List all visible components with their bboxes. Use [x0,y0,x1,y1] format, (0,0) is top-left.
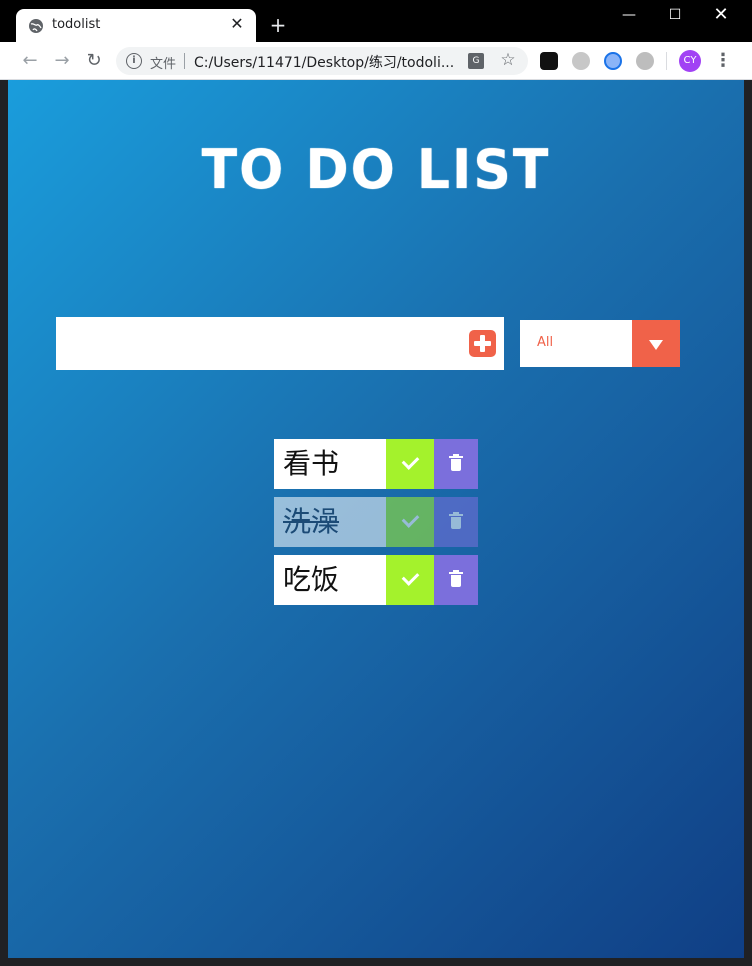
address-bar[interactable]: i 文件 C:/Users/11471/Desktop/练习/todoli...… [116,47,528,75]
info-icon[interactable]: i [126,53,142,69]
dropdown-arrow-icon[interactable] [632,320,680,367]
todo-app-page: TO DO LIST All 看书 洗澡 吃饭 [8,80,744,958]
delete-button[interactable] [434,439,478,489]
todo-text: 洗澡 [274,497,386,547]
maximize-icon[interactable]: ☐ [652,0,698,30]
back-arrow-icon[interactable]: ← [18,49,42,73]
complete-button[interactable] [386,497,434,547]
trash-icon-body [451,517,461,529]
new-tab-icon[interactable]: + [266,14,290,38]
extension-check-icon[interactable] [572,52,590,70]
extension-shield-icon[interactable] [636,52,654,70]
filter-selected-value: All [537,335,554,350]
url-text[interactable]: C:/Users/11471/Desktop/练习/todoli... [194,52,454,72]
reload-icon[interactable]: ↻ [82,49,106,73]
delete-button[interactable] [434,555,478,605]
todo-item: 吃饭 [274,555,478,605]
window-close-icon[interactable]: ✕ [698,0,744,30]
todo-input-container [56,317,504,370]
browser-toolbar: ← → ↻ i 文件 C:/Users/11471/Desktop/练习/tod… [0,42,752,80]
complete-button[interactable] [386,555,434,605]
filter-select[interactable]: All [520,320,680,367]
todo-item-completed: 洗澡 [274,497,478,547]
tab-todolist[interactable]: todolist ✕ [16,9,256,42]
tab-bar: todolist ✕ + — ☐ ✕ [0,0,752,42]
trash-icon-lid [449,514,463,516]
close-tab-icon[interactable]: ✕ [228,15,246,33]
bookmark-star-icon[interactable]: ☆ [498,50,518,70]
complete-button[interactable] [386,439,434,489]
add-todo-button[interactable] [469,330,496,357]
toolbar-divider [666,52,667,70]
minimize-icon[interactable]: — [606,0,652,30]
todo-text: 吃饭 [274,555,386,605]
translate-icon[interactable]: G [468,53,484,69]
todo-list: 看书 洗澡 吃饭 [274,439,478,613]
page-title: TO DO LIST [201,138,551,202]
todo-item: 看书 [274,439,478,489]
extension-globe-icon[interactable] [604,52,622,70]
browser-window: todolist ✕ + — ☐ ✕ ← → ↻ i 文件 C:/Users/1… [0,0,752,966]
trash-icon-body [451,575,461,587]
forward-arrow-icon[interactable]: → [50,49,74,73]
tab-title: todolist [52,17,101,32]
trash-icon-body [451,459,461,471]
todo-text: 看书 [274,439,386,489]
trash-icon-lid [449,572,463,574]
globe-icon [29,19,43,33]
trash-icon-lid [449,456,463,458]
todo-input[interactable] [56,317,456,370]
extension-icon[interactable] [540,52,558,70]
delete-button[interactable] [434,497,478,547]
kebab-menu-icon[interactable]: ⋮ [714,50,732,72]
profile-avatar[interactable]: CY [679,50,701,72]
scheme-label: 文件 [150,57,177,72]
divider [184,53,185,69]
